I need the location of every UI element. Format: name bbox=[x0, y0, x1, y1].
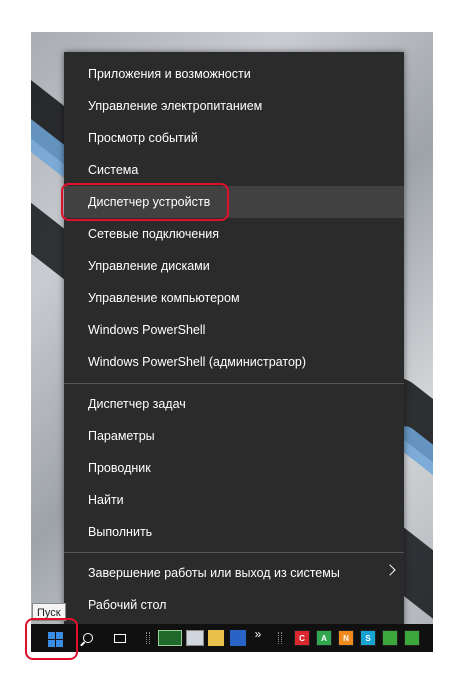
chevron-right-icon bbox=[384, 564, 396, 576]
save-icon[interactable] bbox=[230, 630, 246, 646]
menu-item-settings[interactable]: Параметры bbox=[64, 420, 404, 452]
menu-item-shutdown[interactable]: Завершение работы или выход из системы bbox=[64, 557, 404, 589]
menu-item-label: Проводник bbox=[88, 461, 151, 475]
menu-item-label: Windows PowerShell (администратор) bbox=[88, 355, 307, 369]
device-manager-highlight bbox=[61, 183, 229, 221]
terminal-icon[interactable] bbox=[158, 630, 182, 646]
start-button-highlight bbox=[25, 618, 78, 660]
menu-item-network-connections[interactable]: Сетевые подключения bbox=[64, 218, 404, 250]
cyan-app-icon[interactable]: S bbox=[360, 630, 376, 646]
menu-separator bbox=[64, 552, 404, 553]
menu-item-disk-management[interactable]: Управление дисками bbox=[64, 250, 404, 282]
menu-item-system[interactable]: Система bbox=[64, 154, 404, 186]
overflow-chevron-icon[interactable]: » bbox=[250, 626, 266, 642]
menu-item-desktop[interactable]: Рабочий стол bbox=[64, 589, 404, 621]
menu-separator bbox=[64, 383, 404, 384]
menu-item-label: Сетевые подключения bbox=[88, 227, 220, 241]
menu-item-label: Диспетчер задач bbox=[88, 397, 186, 411]
menu-item-label: Завершение работы или выход из системы bbox=[88, 566, 340, 580]
menu-item-apps-features[interactable]: Приложения и возможности bbox=[64, 58, 404, 90]
menu-item-label: Параметры bbox=[88, 429, 155, 443]
menu-item-task-manager[interactable]: Диспетчер задач bbox=[64, 388, 404, 420]
winx-context-menu: Приложения и возможности Управление элек… bbox=[64, 52, 404, 628]
taskbar-divider bbox=[146, 632, 150, 644]
menu-item-label: Управление электропитанием bbox=[88, 99, 263, 113]
menu-item-powershell[interactable]: Windows PowerShell bbox=[64, 314, 404, 346]
menu-item-label: Приложения и возможности bbox=[88, 67, 251, 81]
menu-item-label: Рабочий стол bbox=[88, 598, 167, 612]
orange-app-icon[interactable]: N bbox=[338, 630, 354, 646]
green-app-icon-3[interactable] bbox=[404, 630, 420, 646]
search-icon[interactable] bbox=[80, 630, 96, 646]
menu-item-explorer[interactable]: Проводник bbox=[64, 452, 404, 484]
menu-item-search[interactable]: Найти bbox=[64, 484, 404, 516]
menu-item-powershell-admin[interactable]: Windows PowerShell (администратор) bbox=[64, 346, 404, 378]
menu-item-label: Выполнить bbox=[88, 525, 153, 539]
menu-item-label: Windows PowerShell bbox=[88, 323, 206, 337]
menu-item-event-viewer[interactable]: Просмотр событий bbox=[64, 122, 404, 154]
menu-item-label: Просмотр событий bbox=[88, 131, 198, 145]
green-app-icon[interactable]: A bbox=[316, 630, 332, 646]
menu-item-run[interactable]: Выполнить bbox=[64, 516, 404, 548]
taskbar-divider bbox=[278, 632, 282, 644]
menu-item-power-options[interactable]: Управление электропитанием bbox=[64, 90, 404, 122]
cube-icon[interactable] bbox=[208, 630, 224, 646]
menu-item-computer-management[interactable]: Управление компьютером bbox=[64, 282, 404, 314]
task-view-icon[interactable] bbox=[112, 630, 128, 646]
green-app-icon-2[interactable] bbox=[382, 630, 398, 646]
monitor-icon[interactable] bbox=[186, 630, 204, 646]
menu-item-label: Найти bbox=[88, 493, 124, 507]
red-app-icon[interactable]: C bbox=[294, 630, 310, 646]
menu-item-label: Управление дисками bbox=[88, 259, 210, 273]
menu-item-label: Система bbox=[88, 163, 139, 177]
menu-item-label: Управление компьютером bbox=[88, 291, 240, 305]
